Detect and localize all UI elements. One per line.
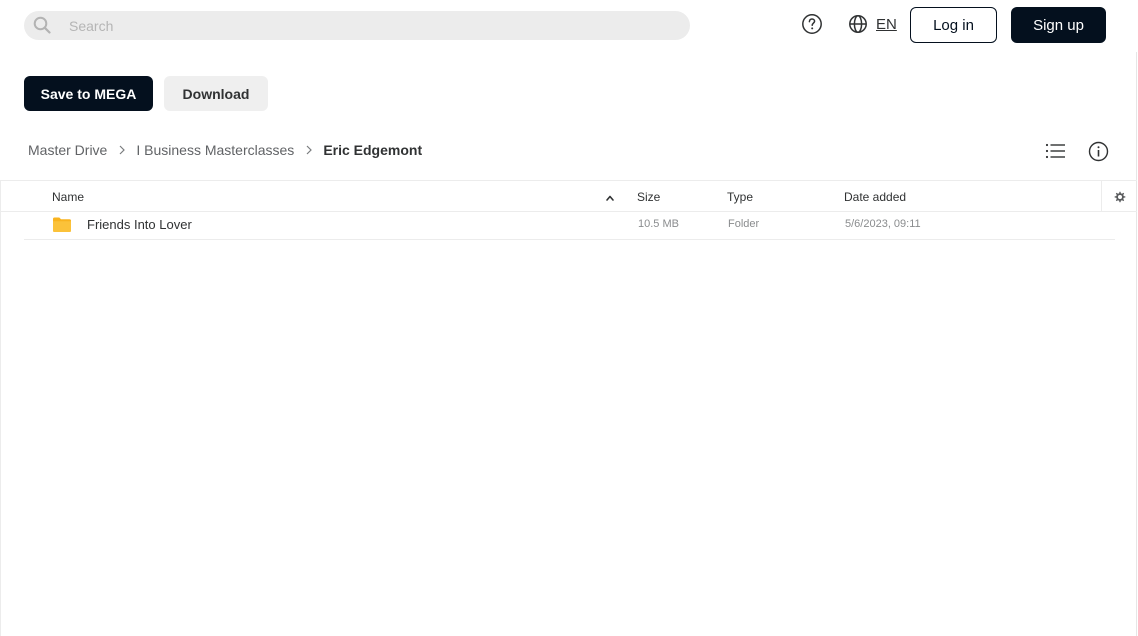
list-view-icon[interactable] [1045,141,1066,161]
folder-icon [53,217,71,232]
column-header-type[interactable]: Type [727,190,753,204]
save-to-mega-button[interactable]: Save to MEGA [24,76,153,111]
page-divider [1136,52,1137,636]
info-icon[interactable] [1088,141,1109,162]
breadcrumb-item-master-drive[interactable]: Master Drive [28,142,107,158]
column-settings-button[interactable] [1101,181,1137,212]
breadcrumb-item-current: Eric Edgemont [323,142,423,158]
login-button[interactable]: Log in [910,7,997,43]
file-size: 10.5 MB [638,218,679,230]
signup-button[interactable]: Sign up [1011,7,1106,43]
breadcrumb-item-business-masterclasses[interactable]: I Business Masterclasses [136,142,294,158]
chevron-up-icon[interactable] [605,193,615,203]
search-icon [33,16,51,34]
chevron-right-icon [294,143,323,158]
table-row[interactable]: Friends Into Lover 10.5 MB Folder 5/6/20… [24,212,1115,240]
page-divider [0,180,1,636]
table-header: Name Size Type Date added [0,180,1137,212]
column-header-date-added[interactable]: Date added [844,190,906,204]
language-code[interactable]: EN [876,16,897,33]
globe-icon [849,15,867,33]
search-input[interactable] [67,11,667,40]
column-header-name[interactable]: Name [52,190,84,204]
language-selector[interactable]: EN [848,13,897,35]
download-button[interactable]: Download [164,76,268,111]
file-date-added: 5/6/2023, 09:11 [845,218,921,230]
help-circle-icon[interactable] [801,13,823,35]
gear-icon [1114,191,1125,202]
file-type: Folder [728,218,760,230]
chevron-right-icon [107,143,136,158]
file-name[interactable]: Friends Into Lover [87,217,192,232]
column-header-size[interactable]: Size [637,190,660,204]
breadcrumb: Master Drive I Business Masterclasses Er… [28,140,422,160]
search-bar[interactable] [24,11,690,40]
top-header: EN Log in Sign up [0,0,1138,52]
